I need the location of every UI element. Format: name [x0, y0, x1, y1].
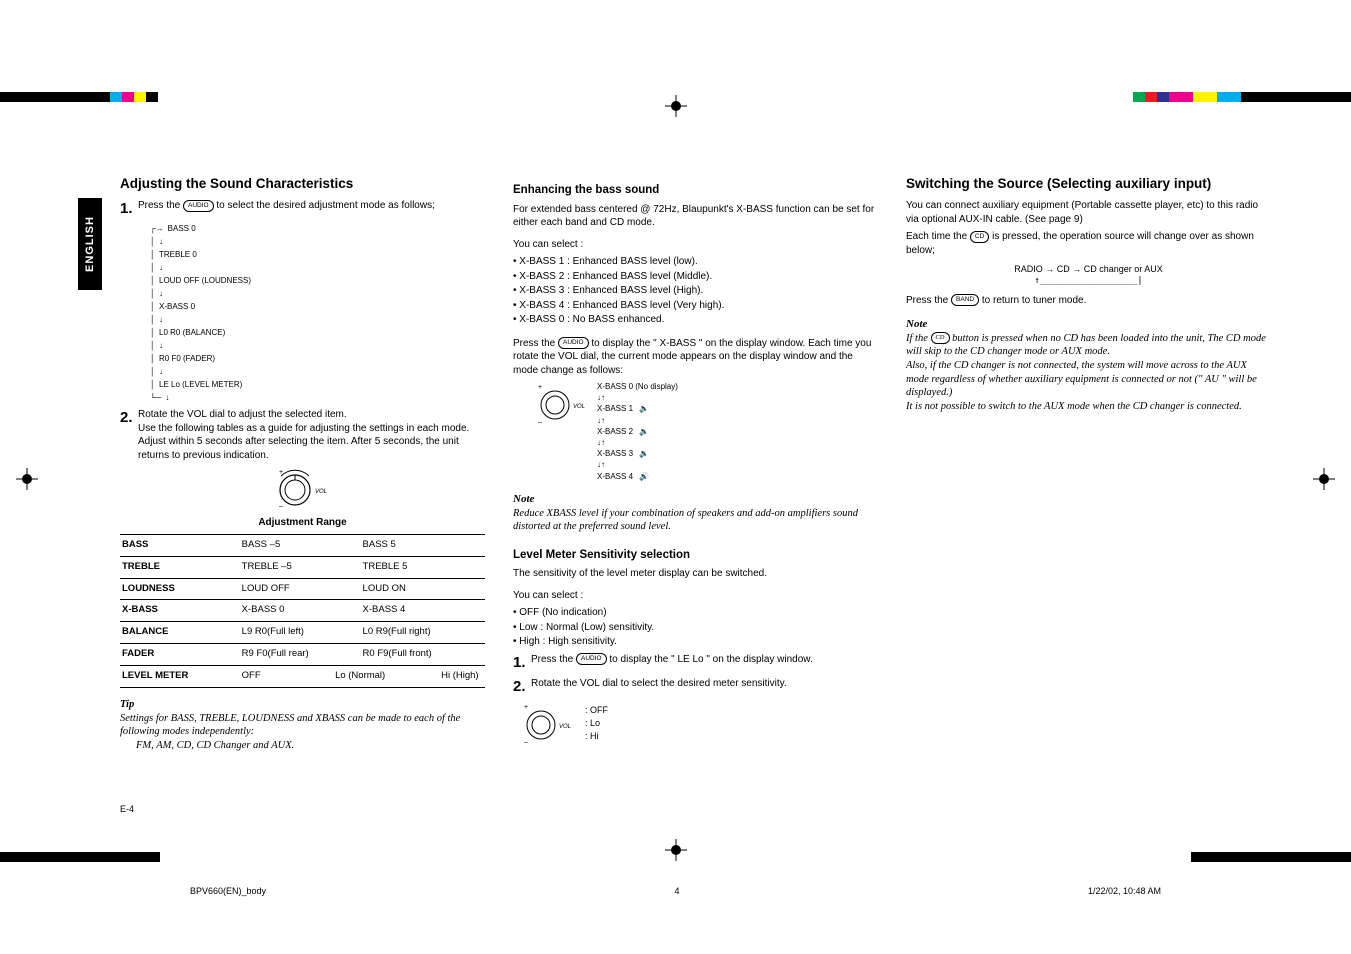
press-band-paragraph: Press the BAND to return to tuner mode.: [906, 294, 1271, 308]
table-row: LOUDNESSLOUD OFFLOUD ON: [120, 578, 485, 600]
enh-paragraph: For extended bass centered @ 72Hz, Blaup…: [513, 203, 878, 230]
table-row: BALANCEL9 R0(Full left)L0 R9(Full right): [120, 622, 485, 644]
page-body: Adjusting the Sound Characteristics 1. P…: [80, 175, 1271, 834]
vol-dial-illustration: + – VOL: [120, 468, 485, 508]
table-row: X-BASSX-BASS 0X-BASS 4: [120, 600, 485, 622]
lvl-select-intro: You can select :: [513, 589, 878, 603]
meter-dial-illustration: + – VOL : OFF : Lo : Hi: [519, 701, 878, 745]
registration-mark-right: [1313, 468, 1335, 495]
table-row: LEVEL METER OFF Lo (Normal) Hi (High): [120, 665, 485, 687]
note-body-xbass: Reduce XBASS level if your combination o…: [513, 507, 878, 534]
level-meter-options: OFF (No indication) Low : Normal (Low) s…: [513, 606, 878, 649]
xbass-options: X-BASS 1 : Enhanced BASS level (low). X-…: [513, 255, 878, 327]
band-button-label: BAND: [951, 294, 979, 306]
speaker-icon: 🔈: [639, 403, 649, 414]
press-audio-paragraph: Press the AUDIO to display the " X-BASS …: [513, 337, 878, 378]
cd-button-label: CD: [931, 332, 950, 344]
tip-heading: Tip: [120, 698, 485, 712]
heading-level-meter: Level Meter Sensitivity selection: [513, 548, 878, 564]
note-heading: Note: [513, 492, 878, 507]
svg-text:+: +: [279, 469, 283, 476]
column-1: Adjusting the Sound Characteristics 1. P…: [120, 175, 485, 834]
column-2: Enhancing the bass sound For extended ba…: [513, 175, 878, 834]
heading-enhancing-bass: Enhancing the bass sound: [513, 183, 878, 199]
tip-body: Settings for BASS, TREBLE, LOUDNESS and …: [120, 712, 485, 753]
audio-button-label: AUDIO: [558, 337, 589, 349]
step-number-2: 2.: [120, 408, 138, 462]
registration-mark-left: [16, 468, 38, 495]
audio-button-label: AUDIO: [183, 200, 214, 212]
adjustment-range-table: Adjustment Range BASSBASS –5BASS 5 TREBL…: [120, 512, 485, 687]
svg-text:–: –: [279, 503, 283, 508]
imposition-pagenum: 4: [674, 886, 679, 896]
table-header: Adjustment Range: [120, 512, 485, 534]
level-meter-paragraph: The sensitivity of the level meter displ…: [513, 567, 878, 581]
lvl-step-2: 2. Rotate the VOL dial to select the des…: [513, 677, 878, 697]
registration-mark-bottom: [665, 839, 687, 866]
heading-adjusting-sound: Adjusting the Sound Characteristics: [120, 175, 485, 193]
table-row: TREBLETREBLE –5TREBLE 5: [120, 556, 485, 578]
src-paragraph-1: You can connect auxiliary equipment (Por…: [906, 199, 1271, 226]
step-number-1: 1.: [120, 199, 138, 219]
svg-text:–: –: [538, 419, 542, 425]
audio-mode-flow: ┌→BASS 0 │↓ │TREBLE 0 │↓ │LOUD OFF (LOUD…: [150, 223, 485, 404]
table-row: FADERR9 F0(Full rear)R0 F9(Full front): [120, 644, 485, 666]
src-paragraph-2: Each time the CD is pressed, the operati…: [906, 230, 1271, 257]
registration-mark-icon: [665, 95, 687, 117]
imposition-filename: BPV660(EN)_body: [190, 886, 266, 896]
source-chain-diagram: RADIO → CD → CD changer or AUX ↑________…: [906, 263, 1271, 287]
select-intro: You can select :: [513, 238, 878, 252]
note-heading-col3: Note: [906, 317, 1271, 332]
imposition-footer: BPV660(EN)_body 4 1/22/02, 10:48 AM: [0, 885, 1351, 896]
svg-text:+: +: [538, 384, 542, 391]
table-row: BASSBASS –5BASS 5: [120, 534, 485, 556]
cd-button-label: CD: [970, 231, 989, 243]
column-3: Switching the Source (Selecting auxiliar…: [906, 175, 1271, 834]
lvl-step-1: 1. Press the AUDIO to display the " LE L…: [513, 653, 878, 673]
svg-text:–: –: [524, 739, 528, 745]
speaker-icon: 🔉: [639, 426, 649, 437]
speaker-icon: 🔉: [639, 448, 649, 459]
audio-button-label: AUDIO: [576, 653, 607, 665]
step1-text-post: to select the desired adjustment mode as…: [216, 200, 434, 211]
step-1: 1. Press the AUDIO to select the desired…: [120, 199, 485, 219]
step1-text-pre: Press the: [138, 200, 183, 211]
speaker-icon: 🔊: [639, 471, 649, 482]
svg-text:VOL: VOL: [573, 404, 585, 410]
page-number: E-4: [120, 804, 134, 814]
imposition-timestamp: 1/22/02, 10:48 AM: [1088, 886, 1161, 896]
step-2: 2. Rotate the VOL dial to adjust the sel…: [120, 408, 485, 462]
note-body-col3: If the CD button is pressed when no CD h…: [906, 332, 1271, 414]
xbass-flow-diagram: + – VOL X-BASS 0 (No display) ↓↑ X-BASS …: [533, 381, 878, 482]
svg-text:VOL: VOL: [315, 489, 327, 495]
heading-switching-source: Switching the Source (Selecting auxiliar…: [906, 175, 1271, 193]
svg-text:+: +: [524, 704, 528, 711]
svg-text:VOL: VOL: [559, 724, 571, 730]
